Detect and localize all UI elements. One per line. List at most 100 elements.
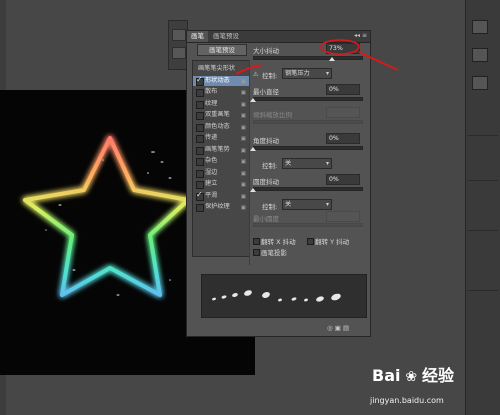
checkmark-icon: ✓ — [196, 189, 203, 199]
list-item-label: 保护纹理 — [205, 203, 230, 210]
angle-jitter-slider[interactable] — [253, 146, 363, 150]
brush-stroke-preview — [201, 274, 367, 318]
flip-y-checkbox[interactable] — [307, 238, 314, 245]
dock-divider — [468, 180, 498, 181]
dock-tool-icon[interactable] — [472, 76, 488, 90]
list-item[interactable]: 传递 ▣ — [193, 133, 249, 143]
panel-bottom-icons[interactable]: ◎ ▣ ▤ — [327, 324, 367, 332]
list-item[interactable]: 保护纹理 ▣ — [193, 202, 249, 212]
list-item[interactable]: 画笔笔势 ▣ — [193, 145, 249, 155]
list-item-label: 画笔笔势 — [205, 145, 230, 153]
control-select-off[interactable]: 关 — [282, 199, 332, 210]
list-item-label: 双重画笔 — [205, 111, 230, 118]
brush-presets-button[interactable]: 画笔预设 — [197, 44, 247, 56]
roundness-jitter-slider[interactable] — [253, 187, 363, 191]
lock-icon[interactable]: ▣ — [241, 77, 246, 87]
brush-settings-list: 画笔笔尖形状 ✓ 形状动态 ▣ 散布 ▣ 纹理 ▣ 双重画笔 ▣ 颜色动态 ▣ 传递 ▣ 画笔笔势 ▣ 杂色 ▣ 湿… — [192, 60, 250, 257]
control-select-pen-pressure[interactable]: 钢笔压力 — [282, 68, 332, 79]
list-item-checkbox[interactable] — [196, 169, 204, 178]
lock-icon[interactable]: ▣ — [241, 169, 246, 179]
list-item-checkbox[interactable] — [196, 204, 204, 212]
size-jitter-label: 大小抖动 — [253, 47, 279, 55]
stroke-preview-dots — [212, 290, 341, 302]
tab-brush[interactable]: 画笔 — [187, 31, 208, 42]
tilt-scale-field — [326, 107, 360, 118]
list-item-label: 形状动态 — [205, 76, 230, 84]
list-item[interactable]: 散布 ▣ — [193, 87, 249, 97]
list-item-label: 湿边 — [205, 168, 218, 176]
min-diameter-thumb[interactable] — [250, 98, 256, 102]
list-item[interactable]: 双重画笔 ▣ — [193, 110, 249, 120]
dock-tool-icon[interactable] — [472, 48, 488, 62]
list-item[interactable]: 建立 ▣ — [193, 179, 249, 189]
list-item-checkbox[interactable] — [196, 158, 204, 166]
lock-icon[interactable]: ▣ — [241, 100, 246, 110]
warning-icon: ⚠ — [253, 71, 259, 78]
min-roundness-slider — [253, 223, 363, 227]
size-jitter-field[interactable]: 73% — [326, 43, 360, 54]
list-item-checkbox[interactable]: ✓ — [196, 189, 204, 201]
tab-brush-presets[interactable]: 画笔预设 — [209, 31, 243, 42]
lock-icon[interactable]: ▣ — [241, 203, 246, 213]
list-item-checkbox[interactable] — [196, 146, 204, 155]
lock-icon[interactable]: ▣ — [241, 134, 246, 144]
list-item[interactable]: ✓ 平滑 ▣ — [193, 189, 249, 202]
checkmark-icon: ✓ — [196, 74, 203, 84]
lock-icon[interactable]: ▣ — [241, 146, 246, 156]
min-diameter-label: 最小直径 — [253, 88, 279, 96]
list-item-checkbox[interactable] — [196, 100, 204, 109]
control-select-off[interactable]: 关 — [282, 158, 332, 169]
panel-menu-icon[interactable]: ◂◂ ≡ — [354, 32, 367, 39]
angle-jitter-thumb[interactable] — [250, 147, 256, 151]
control-label: 控制: — [262, 162, 278, 170]
list-item[interactable]: 颜色动态 ▣ — [193, 122, 249, 132]
list-item[interactable]: ✓ 形状动态 ▣ — [193, 74, 249, 87]
list-item-checkbox[interactable] — [196, 135, 204, 143]
tilt-scale-slider — [253, 120, 363, 124]
lock-icon[interactable]: ▣ — [241, 180, 246, 190]
list-item-label: 平滑 — [205, 191, 218, 199]
min-diameter-field[interactable]: 0% — [326, 84, 360, 95]
flip-x-label: 翻转 X 抖动 — [261, 238, 296, 246]
brush-panel: 画笔 画笔预设 ◂◂ ≡ 画笔预设 画笔笔尖形状 ✓ 形状动态 ▣ 散布 ▣ 纹理 ▣ 双重画笔… — [186, 30, 371, 337]
list-item[interactable]: 杂色 ▣ — [193, 156, 249, 166]
size-jitter-slider[interactable] — [253, 56, 363, 60]
panel-tabbar: 画笔 画笔预设 ◂◂ ≡ — [187, 31, 370, 43]
flip-y-label: 翻转 Y 抖动 — [315, 238, 350, 246]
list-item-checkbox[interactable] — [196, 123, 204, 132]
list-item-label: 纹理 — [205, 99, 218, 107]
brush-projection-checkbox[interactable] — [253, 249, 260, 256]
control-label: 控制: — [262, 203, 278, 211]
min-roundness-field — [326, 211, 360, 222]
control-label: 控制: — [262, 72, 278, 80]
lock-icon[interactable]: ▣ — [241, 88, 246, 98]
brush-preset-icon[interactable] — [172, 47, 186, 59]
list-item-checkbox[interactable] — [196, 112, 204, 120]
watermark-brand: Bai ❀ 经验 — [372, 366, 454, 385]
list-item-checkbox[interactable]: ✓ — [196, 74, 204, 86]
dock-tool-icon[interactable] — [472, 20, 488, 34]
list-item[interactable]: 画笔笔尖形状 — [193, 64, 249, 74]
brush-projection-label: 画笔投影 — [261, 249, 287, 257]
roundness-jitter-field[interactable]: 0% — [326, 174, 360, 185]
list-item[interactable]: 纹理 ▣ — [193, 99, 249, 109]
list-item-label: 建立 — [205, 180, 218, 187]
list-item-label: 颜色动态 — [205, 122, 230, 130]
list-item-label: 散布 — [205, 88, 218, 95]
lock-icon[interactable]: ▣ — [241, 157, 246, 167]
brush-panel-icon[interactable] — [172, 29, 186, 41]
roundness-jitter-thumb[interactable] — [250, 188, 256, 192]
list-item-checkbox[interactable] — [196, 181, 204, 189]
lock-icon[interactable]: ▣ — [241, 123, 246, 133]
dock-divider — [468, 290, 498, 291]
min-diameter-slider[interactable] — [253, 97, 363, 101]
list-item-checkbox[interactable] — [196, 89, 204, 97]
baidu-jingyan-watermark: Bai ❀ 经验 jingyan.baidu.com — [360, 356, 500, 415]
flip-x-checkbox[interactable] — [253, 238, 260, 245]
tilt-scale-label: 倾斜缩放比例 — [253, 111, 292, 119]
size-jitter-thumb[interactable] — [328, 57, 335, 61]
lock-icon[interactable]: ▣ — [241, 192, 246, 202]
angle-jitter-field[interactable]: 0% — [326, 133, 360, 144]
lock-icon[interactable]: ▣ — [241, 111, 246, 121]
list-item[interactable]: 湿边 ▣ — [193, 168, 249, 178]
